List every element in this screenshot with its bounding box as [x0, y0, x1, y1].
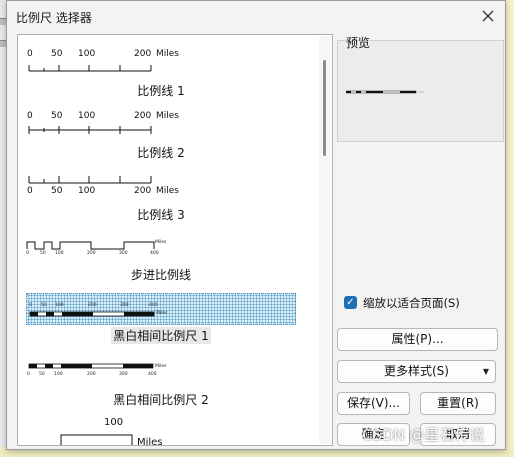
tick-label: 100	[78, 49, 96, 59]
style-name: 黑白相间比例尺 2	[113, 393, 209, 407]
units-label: Miles	[156, 111, 179, 121]
style-item-alternating-bar-2[interactable]: Miles 0 50 100 200 300 400 黑白相间比例尺 2	[26, 361, 308, 413]
tick-label: 0	[26, 251, 29, 256]
style-item-alternating-bar-1[interactable]: 0 50 100 200 300 400 Miles 黑白相间比例尺 1	[26, 293, 308, 345]
style-name: 比例线 3	[137, 208, 185, 222]
units-label: Miles	[137, 437, 163, 446]
style-name: 步进比例线	[130, 268, 191, 282]
properties-button[interactable]: 属性(P)...	[337, 328, 498, 351]
tick-label: 100	[78, 186, 96, 196]
style-item-scale-line-2[interactable]: 0 50 100 200 Miles 比例线 2	[26, 109, 308, 161]
fit-to-page-checkbox[interactable]: ✓	[344, 296, 357, 309]
tick-label: 50	[39, 372, 45, 377]
preview-scale-bar	[346, 90, 424, 94]
style-item-scale-bracket[interactable]: 100 Miles	[26, 415, 308, 446]
style-list[interactable]: 0 50 100 200 Miles 比例线 1 0 50 100 200 Mi…	[17, 34, 333, 446]
tick-label: 0	[27, 49, 33, 59]
style-item-scale-line-3[interactable]: 0 50 100 200 Miles 比例线 3	[26, 171, 308, 223]
tick-label: 300	[120, 303, 129, 308]
style-name: 比例线 2	[137, 146, 185, 160]
scale-bar-sample: 0 50 100 200 Miles	[26, 47, 296, 81]
scale-bar-sample: 0 50 100 200 Miles	[26, 171, 296, 205]
dialog-title: 比例尺 选择器	[16, 11, 92, 25]
tick-label: 400	[149, 303, 158, 308]
units-label: Miles	[155, 240, 167, 245]
close-icon[interactable]	[479, 7, 497, 25]
watermark-text: CSDN @星石传说	[362, 426, 485, 444]
tick-label: 100	[55, 251, 64, 256]
dropdown-arrow-icon: ▼	[482, 367, 489, 376]
more-styles-dropdown[interactable]: 更多样式(S) ▼	[337, 360, 496, 383]
tick-label: 50	[51, 49, 63, 59]
tick-label: 200	[134, 111, 152, 121]
tick-label: 100	[78, 111, 96, 121]
save-button[interactable]: 保存(V)...	[337, 392, 410, 415]
tick-label: 0	[27, 372, 30, 377]
tick-label: 100	[104, 417, 124, 428]
style-name: 黑白相间比例尺 1	[111, 327, 211, 344]
style-name: 比例线 1	[137, 84, 185, 98]
scale-bar-sample: 100 Miles	[26, 415, 296, 446]
tick-label: 200	[134, 186, 152, 196]
tick-label: 0	[27, 186, 33, 196]
scrollbar-thumb[interactable]	[323, 60, 326, 156]
more-styles-label: 更多样式(S)	[384, 364, 449, 378]
tick-label: 300	[119, 251, 128, 256]
tick-label: 200	[134, 49, 152, 59]
tick-label: 200	[87, 372, 96, 377]
tick-label: 50	[41, 303, 47, 308]
tick-label: 0	[29, 303, 32, 308]
style-item-stepped-line[interactable]: Miles 0 50 100 200 300 400 步进比例线	[26, 235, 308, 287]
preview-box	[337, 40, 504, 142]
tick-label: 400	[148, 372, 157, 377]
tick-label: 200	[87, 251, 96, 256]
scale-bar-selector-dialog: 比例尺 选择器 0 50 100 200 Miles 比例线 1 0 50 10…	[6, 0, 506, 450]
fit-to-page-label: 缩放以适合页面(S)	[363, 296, 460, 310]
tick-label: 100	[55, 303, 64, 308]
scale-bar-sample: Miles 0 50 100 200 300 400	[26, 361, 296, 395]
scale-bar-sample: 0 50 100 200 Miles	[26, 109, 296, 143]
tick-label: 300	[119, 372, 128, 377]
style-item-scale-line-1[interactable]: 0 50 100 200 Miles 比例线 1	[26, 47, 308, 99]
tick-label: 100	[54, 372, 63, 377]
units-label: Miles	[155, 364, 167, 369]
tick-label: 50	[51, 186, 63, 196]
tick-label: 400	[150, 251, 159, 256]
tick-label: 200	[88, 303, 97, 308]
tick-label: 50	[40, 251, 46, 256]
tick-label: 50	[51, 111, 63, 121]
vertical-scrollbar[interactable]	[319, 36, 331, 444]
tick-label: 0	[27, 111, 33, 121]
units-label: Miles	[156, 186, 179, 196]
preview-label: 预览	[346, 36, 371, 50]
scale-bar-sample: 0 50 100 200 300 400 Miles	[26, 293, 296, 325]
units-label: Miles	[156, 311, 168, 316]
scale-bar-sample: Miles 0 50 100 200 300 400	[26, 235, 296, 269]
units-label: Miles	[156, 49, 179, 59]
title-bar[interactable]: 比例尺 选择器	[7, 1, 505, 31]
reset-button[interactable]: 重置(R)	[420, 392, 496, 415]
